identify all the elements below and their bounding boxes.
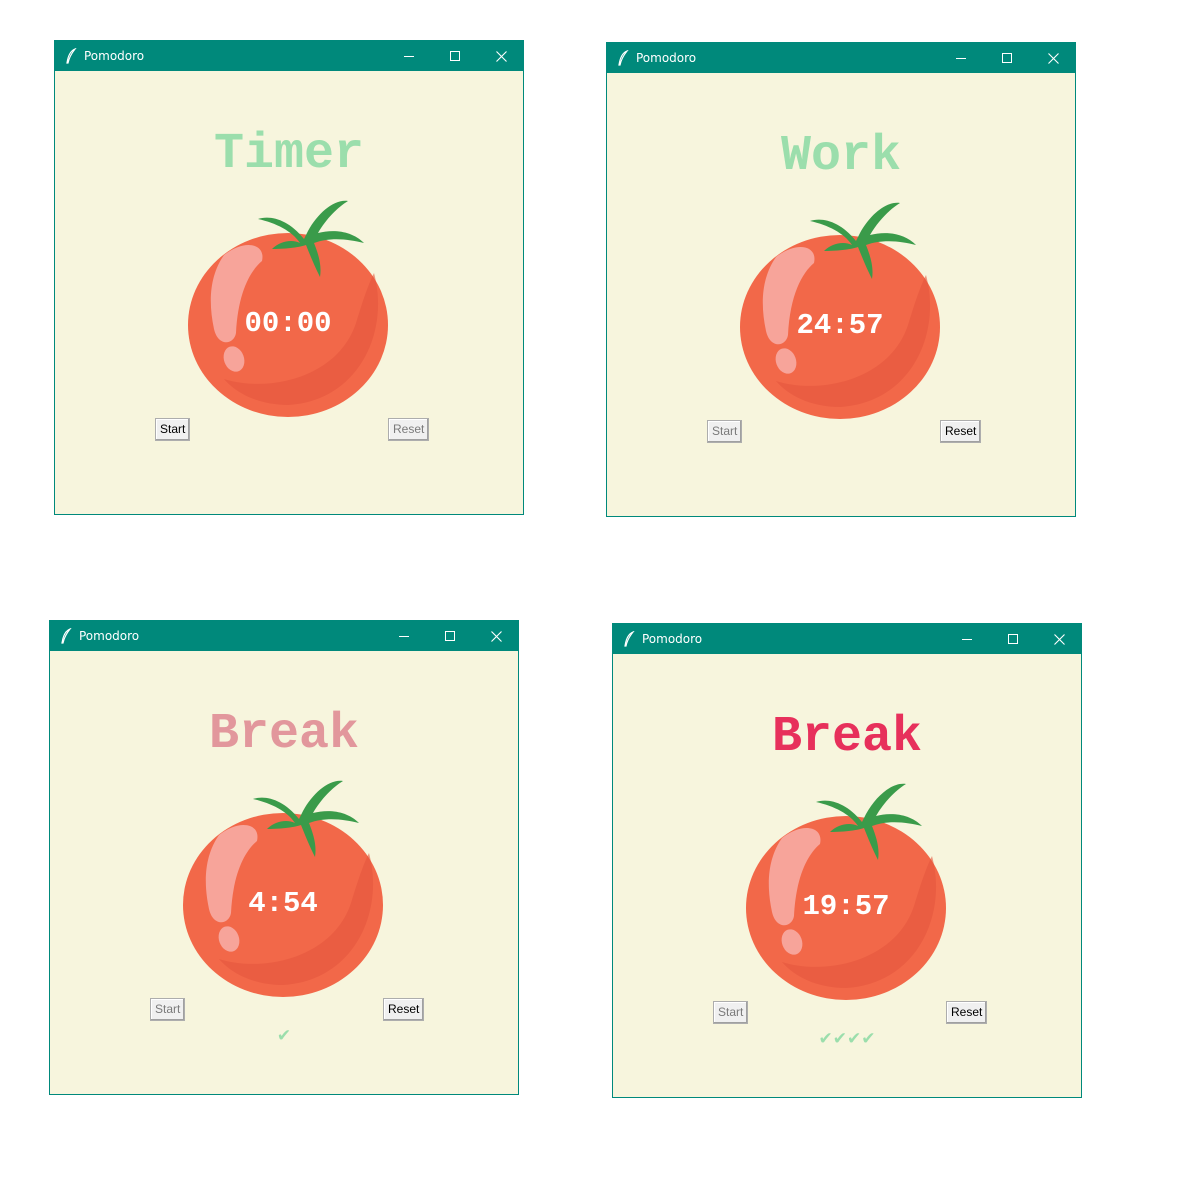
maximize-icon <box>450 51 460 61</box>
close-button[interactable] <box>1030 43 1076 73</box>
start-button[interactable]: Start <box>713 1001 749 1024</box>
pomodoro-window-4: Pomodoro Break 19:57 Start Reset ✔✔✔✔ <box>612 623 1082 1098</box>
close-button[interactable] <box>473 621 519 651</box>
close-icon <box>495 50 507 62</box>
reset-button[interactable]: Reset <box>388 418 430 441</box>
status-heading: Work <box>780 128 902 185</box>
close-button[interactable] <box>478 41 524 71</box>
close-button[interactable] <box>1036 624 1082 654</box>
feather-icon <box>624 631 635 647</box>
minimize-icon <box>962 639 972 640</box>
maximize-icon <box>445 631 455 641</box>
minimize-button[interactable] <box>386 41 432 71</box>
minimize-icon <box>399 636 409 637</box>
feather-icon <box>66 48 77 64</box>
tomato-image <box>183 780 383 997</box>
start-button[interactable]: Start <box>155 418 191 441</box>
maximize-button[interactable] <box>984 43 1030 73</box>
maximize-icon <box>1008 634 1018 644</box>
window-title: Pomodoro <box>642 632 703 646</box>
checkmarks: ✔ <box>276 1026 292 1046</box>
pomodoro-window-3: Pomodoro Break 4:54 Start Reset ✔ <box>49 620 519 1095</box>
minimize-icon <box>404 56 414 57</box>
minimize-icon <box>956 58 966 59</box>
window-titlebar[interactable]: Pomodoro <box>55 41 523 71</box>
reset-button[interactable]: Reset <box>946 1001 988 1024</box>
timer-display: 24:57 <box>796 309 884 342</box>
pomodoro-window-2: Pomodoro Work 24:57 Start Reset <box>606 42 1076 517</box>
tomato-image <box>740 202 940 419</box>
feather-icon <box>61 628 72 644</box>
window-titlebar[interactable]: Pomodoro <box>607 43 1075 73</box>
status-heading: Break <box>208 706 360 763</box>
reset-button[interactable]: Reset <box>940 420 982 443</box>
maximize-button[interactable] <box>990 624 1036 654</box>
start-button[interactable]: Start <box>707 420 743 443</box>
minimize-button[interactable] <box>944 624 990 654</box>
feather-icon <box>618 50 629 66</box>
pomodoro-window-1: Pomodoro Timer 00:00 Start Reset <box>54 40 524 515</box>
timer-display: 00:00 <box>244 307 332 340</box>
maximize-button[interactable] <box>427 621 473 651</box>
tomato-image <box>746 783 946 1000</box>
window-title: Pomodoro <box>79 629 140 643</box>
timer-display: 4:54 <box>248 887 318 920</box>
tomato-image <box>188 200 388 417</box>
status-heading: Timer <box>213 126 365 183</box>
checkmarks: ✔✔✔✔ <box>818 1029 876 1049</box>
timer-display: 19:57 <box>802 890 890 923</box>
maximize-button[interactable] <box>432 41 478 71</box>
window-title: Pomodoro <box>84 49 145 63</box>
reset-button[interactable]: Reset <box>383 998 425 1021</box>
minimize-button[interactable] <box>938 43 984 73</box>
minimize-button[interactable] <box>381 621 427 651</box>
status-heading: Break <box>771 709 923 766</box>
close-icon <box>1047 52 1059 64</box>
close-icon <box>490 630 502 642</box>
window-titlebar[interactable]: Pomodoro <box>50 621 518 651</box>
close-icon <box>1053 633 1065 645</box>
start-button[interactable]: Start <box>150 998 186 1021</box>
window-title: Pomodoro <box>636 51 697 65</box>
maximize-icon <box>1002 53 1012 63</box>
window-titlebar[interactable]: Pomodoro <box>613 624 1081 654</box>
